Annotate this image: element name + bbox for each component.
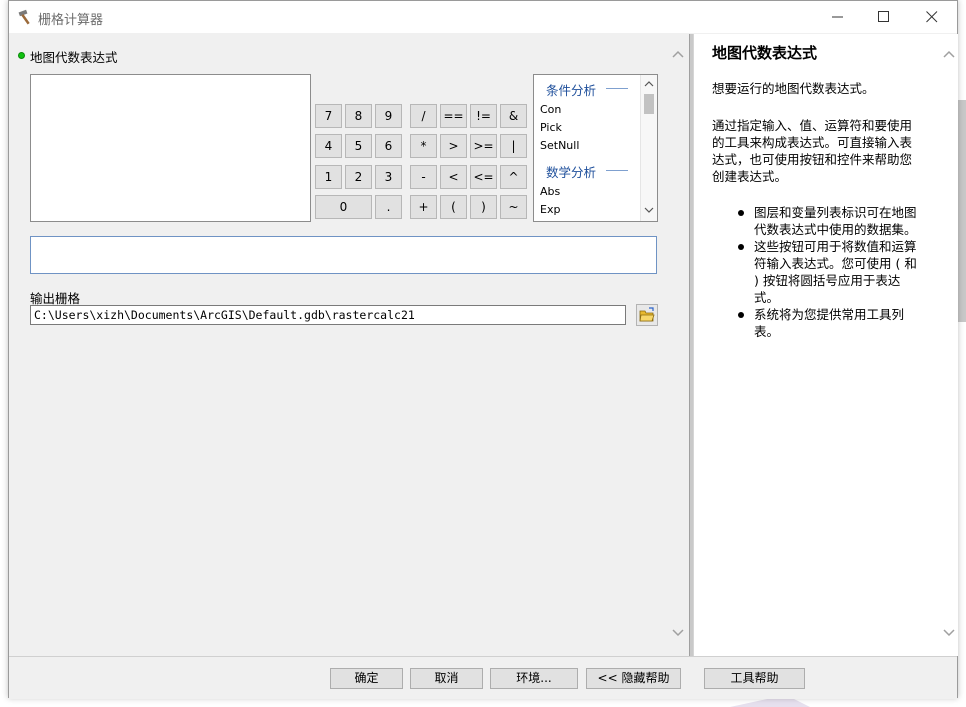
cancel-button[interactable]: 取消	[410, 668, 483, 689]
tool-help-button[interactable]: 工具帮助	[704, 668, 805, 689]
help-bullet: 系统将为您提供常用工具列表。	[738, 306, 924, 340]
key-minus[interactable]: -	[410, 165, 437, 189]
help-bullet-list: 图层和变量列表标识可在地图代数表达式中使用的数据集。 这些按钮可用于将数值和运算…	[712, 204, 924, 340]
status-dot-icon	[18, 52, 25, 59]
key-decimal[interactable]: .	[375, 195, 402, 219]
minimize-button[interactable]	[815, 1, 861, 33]
key-plus[interactable]: +	[410, 195, 437, 219]
scroll-down-icon[interactable]	[672, 628, 684, 638]
key-greater[interactable]: >	[440, 134, 467, 158]
key-5[interactable]: 5	[345, 134, 372, 158]
key-3[interactable]: 3	[375, 165, 402, 189]
parameters-scrollbar[interactable]	[669, 34, 687, 656]
tool-item[interactable]: SetNull	[540, 139, 579, 152]
help-title: 地图代数表达式	[712, 44, 818, 62]
key-1[interactable]: 1	[315, 165, 342, 189]
key-or[interactable]: |	[500, 134, 527, 158]
key-close-paren[interactable]: )	[470, 195, 497, 219]
raster-calculator-window: 栅格计算器 地图代数表达式 7 8 9 4 5 6 1 2 3 0 . / ==…	[8, 0, 958, 699]
expression-label: 地图代数表达式	[30, 50, 118, 65]
help-paragraph: 通过指定输入、值、运算符和要使用的工具来构成表达式。可直接输入表达式，也可使用按…	[712, 118, 913, 184]
tool-item[interactable]: Pick	[540, 121, 562, 134]
tool-item[interactable]: Abs	[540, 185, 560, 198]
tools-list-scrollbar[interactable]	[640, 75, 657, 221]
category-math: 数学分析	[546, 165, 597, 180]
key-4[interactable]: 4	[315, 134, 342, 158]
help-pane: 地图代数表达式 想要运行的地图代数表达式。 通过指定输入、值、运算符和要使用的工…	[693, 34, 958, 656]
category-divider	[606, 88, 628, 89]
key-not[interactable]: ~	[500, 195, 527, 219]
key-2[interactable]: 2	[345, 165, 372, 189]
close-button[interactable]	[909, 1, 955, 33]
tools-list[interactable]: 条件分析 Con Pick SetNull 数学分析 Abs Exp	[533, 74, 658, 222]
output-raster-input[interactable]: C:\Users\xizh\Documents\ArcGIS\Default.g…	[30, 305, 626, 325]
folder-open-icon	[639, 307, 655, 322]
scroll-up-icon[interactable]	[943, 49, 955, 59]
title-bar: 栅格计算器	[9, 1, 957, 33]
hide-help-button[interactable]: << 隐藏帮助	[586, 668, 681, 689]
dialog-button-bar: 确定 取消 环境... << 隐藏帮助 工具帮助	[9, 656, 957, 699]
scroll-down-icon[interactable]	[943, 628, 955, 638]
browse-folder-button[interactable]	[636, 304, 658, 326]
key-9[interactable]: 9	[375, 104, 402, 128]
key-divide[interactable]: /	[410, 104, 437, 128]
key-and[interactable]: &	[500, 104, 527, 128]
scroll-up-icon[interactable]	[672, 49, 684, 59]
hammer-icon	[18, 9, 30, 25]
key-0[interactable]: 0	[315, 195, 372, 219]
minimize-icon	[832, 16, 843, 18]
close-icon	[926, 11, 938, 23]
tool-item[interactable]: Exp	[540, 203, 560, 216]
category-conditional: 条件分析	[546, 83, 597, 98]
key-6[interactable]: 6	[375, 134, 402, 158]
expression-input[interactable]	[30, 236, 657, 274]
key-less[interactable]: <	[440, 165, 467, 189]
tool-item[interactable]: Con	[540, 103, 561, 116]
parameters-pane: 地图代数表达式 7 8 9 4 5 6 1 2 3 0 . / == != & …	[11, 34, 687, 656]
help-paragraph: 想要运行的地图代数表达式。	[712, 81, 875, 96]
layers-variables-list[interactable]	[30, 74, 311, 222]
key-open-paren[interactable]: (	[440, 195, 467, 219]
ok-button[interactable]: 确定	[330, 668, 403, 689]
maximize-icon	[878, 11, 889, 22]
key-equal[interactable]: ==	[440, 104, 467, 128]
key-xor[interactable]: ^	[500, 165, 527, 189]
key-not-equal[interactable]: !=	[470, 104, 497, 128]
key-multiply[interactable]: *	[410, 134, 437, 158]
key-less-equal[interactable]: <=	[470, 165, 497, 189]
help-bullet: 图层和变量列表标识可在地图代数表达式中使用的数据集。	[738, 204, 924, 238]
maximize-button[interactable]	[861, 1, 907, 33]
key-8[interactable]: 8	[345, 104, 372, 128]
scrollbar-thumb[interactable]	[644, 94, 654, 114]
category-divider	[606, 170, 628, 171]
scroll-up-icon[interactable]	[641, 79, 657, 89]
key-7[interactable]: 7	[315, 104, 342, 128]
window-title: 栅格计算器	[38, 13, 104, 28]
help-bullet: 这些按钮可用于将数值和运算符输入表达式。您可使用 ( 和 ) 按钮将圆括号应用于…	[738, 238, 924, 306]
key-greater-equal[interactable]: >=	[470, 134, 497, 158]
environments-button[interactable]: 环境...	[490, 668, 578, 689]
scroll-down-icon[interactable]	[641, 205, 657, 215]
desktop-background	[958, 100, 966, 322]
